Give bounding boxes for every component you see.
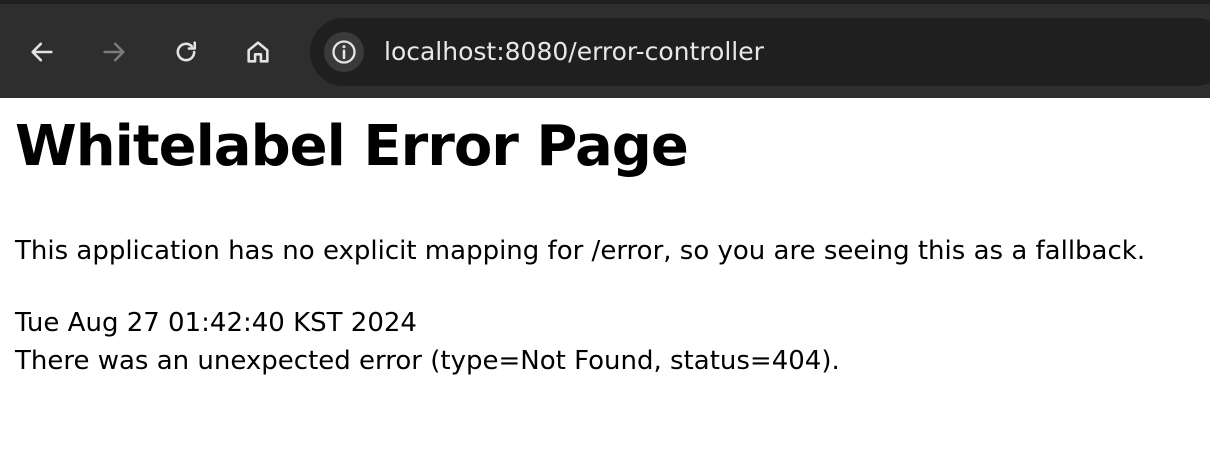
forward-button[interactable] — [92, 30, 136, 74]
info-icon — [332, 40, 356, 64]
url-text[interactable]: localhost:8080/error-controller — [384, 36, 764, 68]
browser-toolbar: localhost:8080/error-controller — [0, 0, 1210, 98]
back-button[interactable] — [20, 30, 64, 74]
address-bar[interactable]: localhost:8080/error-controller — [310, 18, 1210, 86]
page-title: Whitelabel Error Page — [15, 114, 689, 179]
site-info-button[interactable] — [324, 32, 364, 72]
home-button[interactable] — [236, 30, 280, 74]
reload-button[interactable] — [164, 30, 208, 74]
page-content: Whitelabel Error Page This application h… — [0, 98, 1210, 454]
arrow-left-icon — [31, 42, 53, 62]
reload-icon — [176, 41, 197, 62]
error-detail: There was an unexpected error (type=Not … — [15, 346, 840, 376]
arrow-right-icon — [103, 42, 125, 62]
explanation-text: This application has no explicit mapping… — [15, 236, 1146, 266]
error-timestamp: Tue Aug 27 01:42:40 KST 2024 — [15, 308, 417, 338]
home-icon — [247, 41, 269, 63]
